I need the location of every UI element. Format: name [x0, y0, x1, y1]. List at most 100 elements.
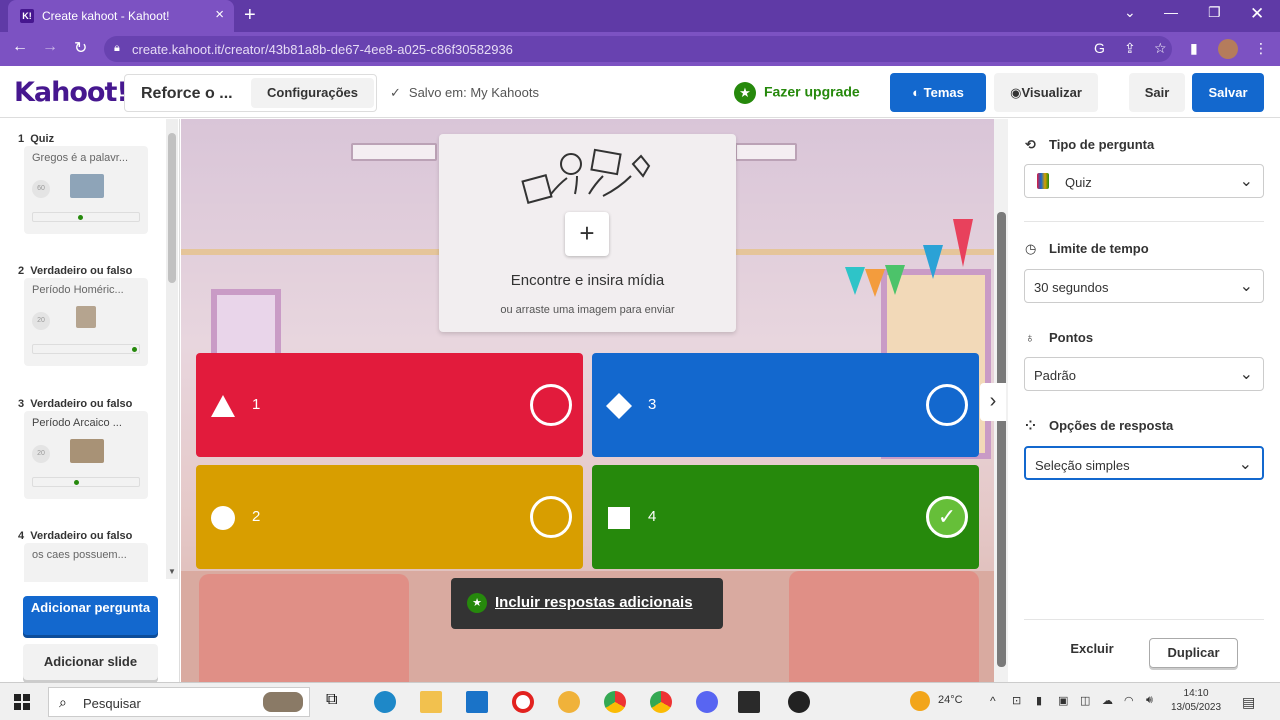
mail-icon[interactable]: [466, 691, 488, 713]
settings-button[interactable]: Configurações: [251, 78, 374, 108]
question-type-select[interactable]: Quiz ⌄: [1024, 164, 1264, 198]
correct-toggle[interactable]: [926, 384, 968, 426]
answer-option-green[interactable]: 4 ✓: [592, 465, 979, 569]
share-icon[interactable]: ⇪: [1124, 40, 1136, 57]
delete-button[interactable]: Excluir: [1057, 641, 1127, 656]
kahoot-favicon: K!: [20, 9, 34, 23]
kahoot-title-box[interactable]: Reforce o ... Configurações: [124, 74, 377, 112]
preview-button[interactable]: ◉Visualizar: [994, 73, 1098, 112]
themes-button[interactable]: ◐ Temas: [890, 73, 986, 112]
taskbar-search[interactable]: ⌕ Pesquisar: [48, 687, 310, 717]
volume-icon[interactable]: 🔊︎: [1146, 694, 1153, 707]
correct-check-icon[interactable]: ✓: [926, 496, 968, 538]
bunting-flag: [953, 219, 973, 267]
weather-text[interactable]: 24°C: [938, 694, 963, 706]
app-icon[interactable]: [558, 691, 580, 713]
palette-icon: ◐: [912, 85, 920, 100]
correct-dot: [132, 347, 137, 352]
canvas-scroll-thumb[interactable]: [997, 212, 1006, 667]
windows-start-icon[interactable]: [14, 694, 30, 710]
slide-thumbnail: Período Arcaico ... 20: [24, 411, 148, 499]
correct-toggle[interactable]: [530, 496, 572, 538]
reload-icon[interactable]: ↻: [74, 38, 87, 58]
kahoot-title: Reforce o ...: [141, 85, 233, 102]
chevron-right-icon[interactable]: ›: [980, 383, 1006, 421]
google-icon[interactable]: G: [1094, 40, 1105, 56]
tray-icon[interactable]: ▣: [1058, 694, 1068, 707]
points-select[interactable]: Padrão ⌄: [1024, 357, 1264, 391]
upgrade-label: Fazer upgrade: [764, 83, 860, 100]
lock-icon: 🔒︎: [114, 42, 120, 54]
include-more-answers-button[interactable]: ★ Incluir respostas adicionais: [451, 578, 723, 629]
address-bar[interactable]: 🔒︎ create.kahoot.it/creator/43b81a8b-de6…: [104, 36, 1172, 62]
forward-icon[interactable]: →: [42, 38, 58, 56]
scroll-down-arrow-icon[interactable]: ▼: [168, 567, 176, 576]
answer-option-red[interactable]: 1: [196, 353, 583, 457]
battery-icon[interactable]: ▮: [1036, 694, 1042, 707]
question-type-icon: ⟲: [1025, 137, 1036, 152]
answer-option-yellow[interactable]: 2: [196, 465, 583, 569]
sidebar-scroll-thumb[interactable]: [168, 133, 176, 283]
slide-item[interactable]: 1 Quiz Gregos é a palavr... 60: [18, 133, 158, 239]
new-tab-icon[interactable]: +: [244, 4, 256, 27]
side-panel-icon[interactable]: ▮: [1190, 40, 1198, 57]
slide-question: Período Homéric...: [32, 284, 124, 296]
slide-thumbnail: Período Homéric... 20: [24, 278, 148, 366]
medal-icon: ♁: [1025, 330, 1035, 345]
app-icon[interactable]: [788, 691, 810, 713]
save-button[interactable]: Salvar: [1192, 73, 1264, 112]
slide-image: [76, 306, 96, 328]
answer-text: 1: [252, 396, 261, 413]
close-tab-icon[interactable]: ×: [215, 6, 224, 23]
eye-icon: ◉: [1010, 85, 1022, 100]
points-heading: ♁ Pontos: [1025, 330, 1094, 345]
network-icon[interactable]: ⊡: [1012, 694, 1021, 707]
slide-item[interactable]: 2 Verdadeiro ou falso Período Homéric...…: [18, 265, 158, 371]
edge-icon[interactable]: [374, 691, 396, 713]
save-status-text: Salvo em: My Kahoots: [408, 85, 539, 100]
chrome-icon[interactable]: [650, 691, 672, 713]
minimize-icon[interactable]: —: [1164, 4, 1178, 20]
chrome-icon[interactable]: [604, 691, 626, 713]
opera-icon[interactable]: [512, 691, 534, 713]
cloud-icon[interactable]: ☁: [1102, 694, 1113, 707]
upgrade-link[interactable]: ★ Fazer upgrade: [734, 82, 860, 104]
file-explorer-icon[interactable]: [420, 691, 442, 713]
close-window-icon[interactable]: ✕: [1250, 4, 1264, 24]
answer-options-select[interactable]: Seleção simples ⌄: [1024, 446, 1264, 480]
star-bookmark-icon[interactable]: ☆: [1154, 40, 1167, 57]
notifications-icon[interactable]: ▤: [1242, 694, 1255, 711]
slide-item[interactable]: 3 Verdadeiro ou falso Período Arcaico ..…: [18, 398, 158, 504]
answer-option-blue[interactable]: 3: [592, 353, 979, 457]
answer-text: 2: [252, 508, 261, 525]
tray-icon[interactable]: ◫: [1080, 694, 1090, 707]
kahoot-logo[interactable]: Kahoot!: [14, 77, 129, 108]
weather-icon[interactable]: [910, 691, 930, 711]
league-icon[interactable]: [738, 691, 760, 713]
points-value: Padrão: [1034, 368, 1076, 383]
task-view-icon[interactable]: ⧉: [326, 691, 348, 713]
chevron-up-icon[interactable]: ^: [990, 694, 996, 708]
slide-item[interactable]: 4 Verdadeiro ou falso os caes possuem...: [18, 530, 158, 582]
add-slide-button[interactable]: Adicionar slide: [23, 644, 158, 680]
browser-tab[interactable]: K! Create kahoot - Kahoot! ×: [8, 0, 234, 32]
chevron-down-icon[interactable]: ⌄: [1124, 4, 1136, 21]
chevron-down-icon: ⌄: [1239, 366, 1253, 383]
wifi-icon[interactable]: ◠: [1124, 694, 1134, 707]
add-question-button[interactable]: Adicionar pergunta: [23, 596, 158, 635]
menu-icon[interactable]: ⋮: [1254, 40, 1268, 57]
media-dropzone[interactable]: + Encontre e insira mídia ou arraste uma…: [439, 134, 736, 332]
correct-dot: [74, 480, 79, 485]
discord-icon[interactable]: [696, 691, 718, 713]
exit-button[interactable]: Sair: [1129, 73, 1185, 112]
slide-image: [70, 174, 104, 198]
correct-toggle[interactable]: [530, 384, 572, 426]
time-limit-select[interactable]: 30 segundos ⌄: [1024, 269, 1264, 303]
back-icon[interactable]: ←: [12, 38, 28, 56]
maximize-icon[interactable]: ❐: [1208, 4, 1221, 21]
duplicate-button[interactable]: Duplicar: [1149, 638, 1238, 668]
media-illustration-icon: [521, 148, 651, 204]
profile-avatar[interactable]: [1218, 39, 1238, 59]
taskbar-clock[interactable]: 14:10 13/05/2023: [1171, 687, 1221, 715]
add-media-button[interactable]: +: [565, 212, 609, 256]
